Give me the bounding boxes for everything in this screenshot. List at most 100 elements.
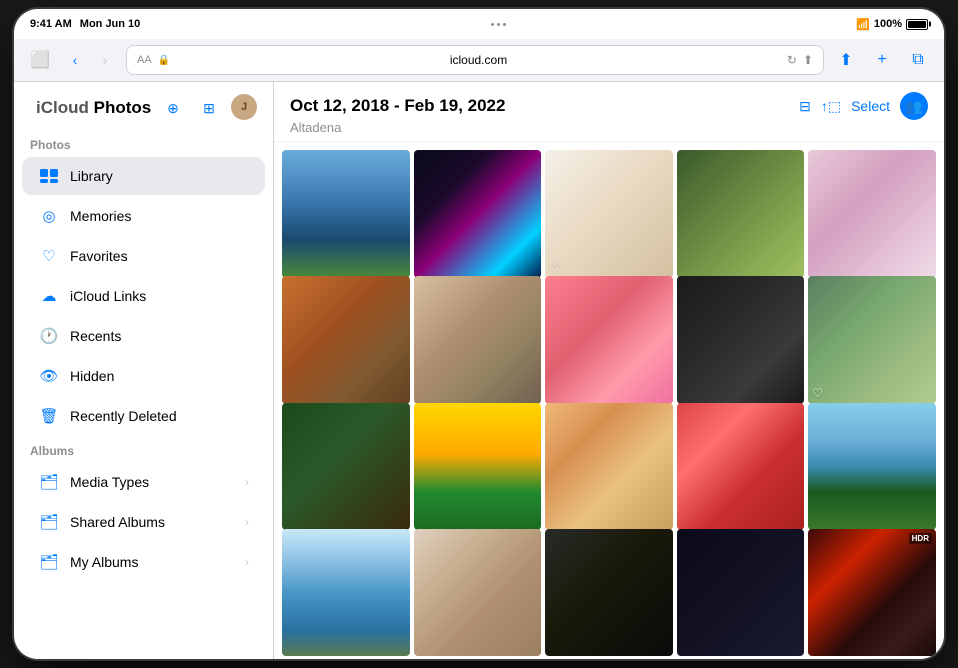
- recently-deleted-label: Recently Deleted: [70, 408, 177, 424]
- reload-icon[interactable]: ↻: [787, 53, 797, 67]
- add-person-button[interactable]: ⊕: [159, 94, 187, 122]
- sidebar-toggle-button[interactable]: ⬜: [26, 49, 54, 71]
- select-button[interactable]: Select: [851, 98, 890, 114]
- content-header-top: Oct 12, 2018 - Feb 19, 2022 ⊟ ↑⬚ Select …: [290, 92, 928, 120]
- photo-cell[interactable]: [545, 403, 673, 531]
- app-title: iCloud Photos: [36, 98, 151, 118]
- wifi-icon: 📶: [856, 18, 870, 31]
- lock-icon: 🔒: [158, 55, 170, 66]
- share-icon[interactable]: ⬆: [803, 53, 813, 67]
- browser-chrome: ⬜ ‹ › AA 🔒 icloud.com ↻ ⬆ ⬆ + ⧉: [14, 39, 944, 82]
- photo-cell[interactable]: ♡: [808, 276, 936, 404]
- back-button[interactable]: ‹: [62, 47, 88, 73]
- location-name: Altadena: [290, 120, 928, 135]
- status-bar-left: 9:41 AM Mon Jun 10: [30, 18, 140, 30]
- media-types-icon: 🗂: [38, 471, 60, 493]
- recents-label: Recents: [70, 328, 121, 344]
- photo-cell[interactable]: [808, 150, 936, 278]
- forward-button[interactable]: ›: [92, 47, 118, 73]
- status-bar-right: 📶 100%: [856, 18, 928, 31]
- battery-percent: 100%: [874, 18, 902, 30]
- photo-cell[interactable]: [414, 150, 542, 278]
- photo-cell[interactable]: [677, 276, 805, 404]
- sidebar-item-library[interactable]: Library: [22, 157, 265, 195]
- ipad-frame: 9:41 AM Mon Jun 10 📶 100% ⬜ ‹ › AA: [14, 9, 944, 659]
- sidebar-item-recently-deleted[interactable]: 🗑 Recently Deleted: [22, 397, 265, 435]
- shared-albums-label: Shared Albums: [70, 514, 165, 530]
- add-tab-button[interactable]: +: [868, 46, 896, 74]
- icloud-links-label: iCloud Links: [70, 288, 146, 304]
- photo-cell[interactable]: [282, 150, 410, 278]
- main-content: Oct 12, 2018 - Feb 19, 2022 ⊟ ↑⬚ Select …: [274, 82, 944, 659]
- shared-albums-icon: 🗂: [38, 511, 60, 533]
- photo-cell[interactable]: [545, 276, 673, 404]
- my-albums-label: My Albums: [70, 554, 138, 570]
- favorites-icon: ♡: [38, 245, 60, 267]
- photo-cell[interactable]: [414, 276, 542, 404]
- sidebar-item-icloud-links[interactable]: ☁ iCloud Links: [22, 277, 265, 315]
- url-text: icloud.com: [176, 53, 781, 67]
- sidebar-item-hidden[interactable]: 👁 Hidden: [22, 357, 265, 395]
- my-albums-chevron: ›: [245, 555, 249, 569]
- sidebar-item-recents[interactable]: 🕐 Recents: [22, 317, 265, 355]
- photo-cell[interactable]: [282, 276, 410, 404]
- upload-button[interactable]: ↑⬚: [821, 98, 841, 115]
- favorites-label: Favorites: [70, 248, 128, 264]
- hidden-label: Hidden: [70, 368, 114, 384]
- battery-icon: [906, 19, 928, 30]
- photo-cell[interactable]: [282, 529, 410, 657]
- date: Mon Jun 10: [80, 18, 141, 30]
- photo-heart-icon: ♡: [812, 386, 823, 400]
- photo-grid: ♡: [274, 142, 944, 659]
- status-bar: 9:41 AM Mon Jun 10 📶 100%: [14, 9, 944, 39]
- sidebar-item-my-albums[interactable]: 🗂 My Albums ›: [22, 543, 265, 581]
- photo-cell[interactable]: [677, 529, 805, 657]
- recents-icon: 🕐: [38, 325, 60, 347]
- battery-fill: [908, 21, 926, 28]
- photo-cell[interactable]: [282, 403, 410, 531]
- photo-cell[interactable]: [414, 403, 542, 531]
- media-types-label: Media Types: [70, 474, 149, 490]
- view-toggle-button[interactable]: ⊟: [799, 98, 811, 115]
- photo-cell[interactable]: [677, 403, 805, 531]
- photo-heart-icon: ♡: [549, 260, 560, 274]
- shared-albums-chevron: ›: [245, 515, 249, 529]
- icloud-links-icon: ☁: [38, 285, 60, 307]
- browser-actions: ⬆ + ⧉: [832, 46, 932, 74]
- hdr-badge: HDR: [909, 533, 932, 544]
- my-albums-icon: 🗂: [38, 551, 60, 573]
- recently-deleted-icon: 🗑: [38, 405, 60, 427]
- ipad-screen: 9:41 AM Mon Jun 10 📶 100% ⬜ ‹ › AA: [14, 9, 944, 659]
- photo-cell[interactable]: [808, 403, 936, 531]
- aa-label: AA: [137, 54, 152, 66]
- status-bar-center: [491, 23, 506, 26]
- library-label: Library: [70, 168, 113, 184]
- header-actions: ⊟ ↑⬚ Select 👥: [799, 92, 928, 120]
- photo-cell[interactable]: [414, 529, 542, 657]
- library-icon: [38, 165, 60, 187]
- photo-cell[interactable]: ♡: [545, 150, 673, 278]
- sidebar-item-media-types[interactable]: 🗂 Media Types ›: [22, 463, 265, 501]
- address-bar[interactable]: AA 🔒 icloud.com ↻ ⬆: [126, 45, 824, 75]
- app-area: iCloud Photos ⊕ ⊞ J Photos: [14, 82, 944, 659]
- time: 9:41 AM: [30, 18, 72, 30]
- content-header: Oct 12, 2018 - Feb 19, 2022 ⊟ ↑⬚ Select …: [274, 82, 944, 142]
- photo-cell[interactable]: [545, 529, 673, 657]
- hidden-icon: 👁: [38, 365, 60, 387]
- photo-cell[interactable]: HDR: [808, 529, 936, 657]
- people-button[interactable]: 👥: [900, 92, 928, 120]
- sidebar-item-memories[interactable]: ◎ Memories: [22, 197, 265, 235]
- browser-nav: ‹ ›: [62, 47, 118, 73]
- sidebar-actions: ⊕ ⊞ J: [159, 94, 257, 122]
- sidebar-item-favorites[interactable]: ♡ Favorites: [22, 237, 265, 275]
- tabs-button[interactable]: ⧉: [904, 46, 932, 74]
- share-button[interactable]: ⬆: [832, 46, 860, 74]
- grid-button[interactable]: ⊞: [195, 94, 223, 122]
- sidebar: iCloud Photos ⊕ ⊞ J Photos: [14, 82, 274, 659]
- sidebar-item-shared-albums[interactable]: 🗂 Shared Albums ›: [22, 503, 265, 541]
- photos-section-label: Photos: [14, 130, 273, 156]
- photo-cell[interactable]: [677, 150, 805, 278]
- media-types-chevron: ›: [245, 475, 249, 489]
- app-title-icloud: iCloud: [36, 98, 89, 117]
- profile-button[interactable]: J: [231, 94, 257, 120]
